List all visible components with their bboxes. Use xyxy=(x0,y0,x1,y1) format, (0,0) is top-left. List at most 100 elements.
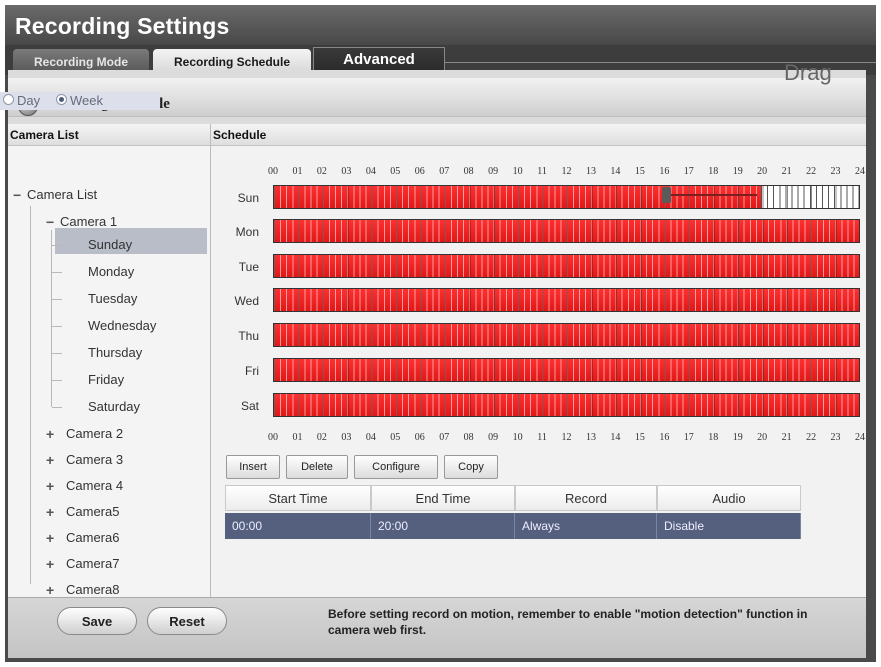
tree-camera-2[interactable]: Camera 2 xyxy=(66,426,123,442)
hour-axis-bottom: 00 01 02 03 04 05 06 07 08 09 10 11 12 13 14 15 16 17 18 19… xyxy=(268,432,865,444)
day-label-thu: Thu xyxy=(238,329,259,343)
reset-button[interactable]: Reset xyxy=(147,607,227,635)
insert-button[interactable]: Insert xyxy=(226,455,280,479)
copy-button[interactable]: Copy xyxy=(444,455,498,479)
cell-start-time[interactable]: 00:00 xyxy=(225,513,371,539)
bottom-hour-label: 20 xyxy=(757,432,768,443)
week-radio[interactable] xyxy=(56,94,67,105)
tree-day-sunday[interactable]: Sunday xyxy=(88,237,132,253)
day-label-sat: Sat xyxy=(240,399,259,413)
top-hour-label: 14 xyxy=(610,166,621,177)
top-hour-label: 09 xyxy=(488,166,499,177)
bottom-hour-label: 09 xyxy=(488,432,499,443)
top-hour-label: 03 xyxy=(341,166,352,177)
top-hour-label: 07 xyxy=(439,166,450,177)
top-hour-label: 08 xyxy=(463,166,474,177)
tree-branch xyxy=(52,353,62,354)
day-radio[interactable] xyxy=(3,94,14,105)
bottom-hour-label: 07 xyxy=(439,432,450,443)
schedule-bar-wed[interactable] xyxy=(273,288,860,312)
hour-axis-top: 00 01 02 03 04 05 06 07 08 09 10 11 12 13 14 15 16 17 18 19… xyxy=(268,166,865,178)
expand-icon[interactable]: + xyxy=(46,426,54,442)
column-audio[interactable]: Audio xyxy=(657,485,801,511)
tree-root[interactable]: Camera List xyxy=(27,187,97,203)
expand-icon[interactable]: + xyxy=(46,478,54,494)
top-hour-label: 13 xyxy=(585,166,596,177)
view-mode-radio-group: Day Week xyxy=(0,92,160,110)
cell-end-time[interactable]: 20:00 xyxy=(371,513,515,539)
tree-camera-5[interactable]: Camera5 xyxy=(66,504,119,520)
top-hour-label: 24 xyxy=(855,166,865,177)
day-radio-label: Day xyxy=(17,93,41,108)
top-hour-label: 01 xyxy=(292,166,303,177)
tree-branch xyxy=(52,245,62,246)
save-button[interactable]: Save xyxy=(57,607,137,635)
delete-button[interactable]: Delete xyxy=(286,455,348,479)
schedule-bar-sun[interactable] xyxy=(273,185,860,209)
bottom-hour-label: 04 xyxy=(365,432,376,443)
bottom-hour-label: 22 xyxy=(806,432,817,443)
column-end-time[interactable]: End Time xyxy=(371,485,515,511)
top-hour-label: 18 xyxy=(708,166,719,177)
tree-day-tuesday[interactable]: Tuesday xyxy=(88,291,137,307)
top-hour-label: 16 xyxy=(659,166,670,177)
schedule-header: Schedule xyxy=(210,124,866,146)
bottom-hour-label: 11 xyxy=(537,432,547,443)
collapse-icon[interactable]: − xyxy=(13,187,21,203)
column-record[interactable]: Record xyxy=(515,485,657,511)
bottom-hour-label: 02 xyxy=(316,432,327,443)
tree-branch xyxy=(52,407,62,408)
tree-camera-6[interactable]: Camera6 xyxy=(66,530,119,546)
tree-branch xyxy=(52,380,62,381)
bottom-hour-label: 06 xyxy=(414,432,425,443)
top-hour-label: 06 xyxy=(414,166,425,177)
bottom-hour-label: 12 xyxy=(561,432,572,443)
top-hour-label: 21 xyxy=(781,166,792,177)
tree-day-thursday[interactable]: Thursday xyxy=(88,345,142,361)
tree-camera-1[interactable]: Camera 1 xyxy=(60,214,117,230)
day-label-fri: Fri xyxy=(245,364,259,378)
bottom-hour-label: 14 xyxy=(610,432,621,443)
collapse-icon[interactable]: − xyxy=(46,214,54,230)
expand-icon[interactable]: + xyxy=(46,556,54,572)
configure-button[interactable]: Configure xyxy=(354,455,438,479)
schedule-bar-sat[interactable] xyxy=(273,393,860,417)
expand-icon[interactable]: + xyxy=(46,452,54,468)
schedule-bar-fri[interactable] xyxy=(273,358,860,382)
tree-day-wednesday[interactable]: Wednesday xyxy=(88,318,156,334)
top-hour-label: 10 xyxy=(512,166,523,177)
drag-handle[interactable] xyxy=(662,187,671,203)
tree-camera-7[interactable]: Camera7 xyxy=(66,556,119,572)
top-hour-label: 05 xyxy=(390,166,401,177)
bottom-hour-label: 00 xyxy=(268,432,278,443)
expand-icon[interactable]: + xyxy=(46,530,54,546)
day-label-sun: Sun xyxy=(237,191,259,205)
bottom-hour-label: 24 xyxy=(855,432,865,443)
tree-camera-3[interactable]: Camera 3 xyxy=(66,452,123,468)
bottom-hour-label: 08 xyxy=(463,432,474,443)
bottom-hour-label: 17 xyxy=(683,432,694,443)
expand-icon[interactable]: + xyxy=(46,582,54,598)
cell-record[interactable]: Always xyxy=(515,513,657,539)
top-hour-label: 02 xyxy=(316,166,327,177)
cell-audio[interactable]: Disable xyxy=(657,513,801,539)
tree-day-monday[interactable]: Monday xyxy=(88,264,134,280)
column-start-time[interactable]: Start Time xyxy=(225,485,371,511)
bottom-hour-label: 18 xyxy=(708,432,719,443)
top-hour-label: 22 xyxy=(806,166,817,177)
top-hour-label: 12 xyxy=(561,166,572,177)
tree-branch xyxy=(52,272,62,273)
tree-branch xyxy=(52,326,62,327)
schedule-bar-thu[interactable] xyxy=(273,323,860,347)
tree-camera-4[interactable]: Camera 4 xyxy=(66,478,123,494)
schedule-bar-tue[interactable] xyxy=(273,254,860,278)
tree-day-saturday[interactable]: Saturday xyxy=(88,399,140,415)
tree-camera-8[interactable]: Camera8 xyxy=(66,582,119,598)
tree-day-friday[interactable]: Friday xyxy=(88,372,124,388)
top-hour-label: 17 xyxy=(683,166,694,177)
schedule-bar-mon[interactable] xyxy=(273,219,860,243)
top-hour-label: 20 xyxy=(757,166,768,177)
top-hour-label: 15 xyxy=(634,166,645,177)
bottom-hour-label: 05 xyxy=(390,432,401,443)
expand-icon[interactable]: + xyxy=(46,504,54,520)
